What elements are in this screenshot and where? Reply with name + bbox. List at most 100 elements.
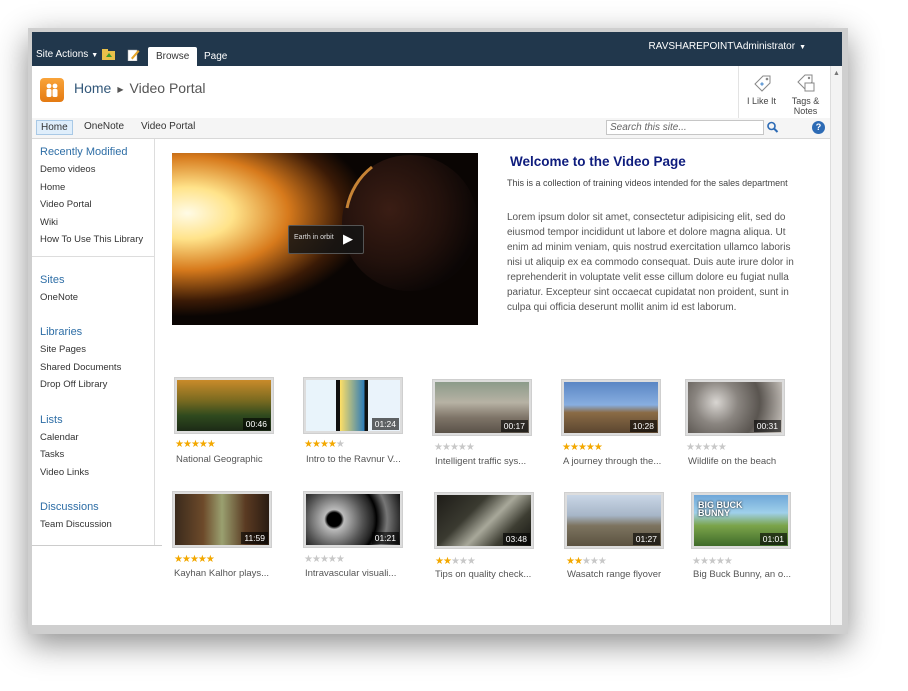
rating-stars[interactable]: ★★★★★ — [434, 442, 475, 453]
star-icon[interactable]: ★ — [304, 554, 313, 565]
star-icon[interactable]: ★ — [724, 556, 733, 567]
star-icon[interactable]: ★ — [467, 556, 476, 567]
star-icon[interactable]: ★ — [708, 556, 717, 567]
nav-item-home[interactable]: Home — [36, 120, 73, 135]
edit-page-icon[interactable] — [127, 48, 140, 61]
star-icon[interactable]: ★ — [336, 554, 345, 565]
star-icon[interactable]: ★ — [574, 556, 583, 567]
star-icon[interactable]: ★ — [199, 439, 208, 450]
star-icon[interactable]: ★ — [328, 554, 337, 565]
video-title[interactable]: Tips on quality check... — [435, 569, 543, 580]
star-icon[interactable]: ★ — [598, 556, 607, 567]
star-icon[interactable]: ★ — [578, 442, 587, 453]
star-icon[interactable]: ★ — [466, 442, 475, 453]
star-icon[interactable]: ★ — [320, 554, 329, 565]
star-icon[interactable]: ★ — [692, 556, 701, 567]
rating-stars[interactable]: ★★★★★ — [686, 442, 727, 453]
tab-page[interactable]: Page — [196, 47, 235, 66]
video-thumbnail[interactable]: 01:27 — [564, 492, 664, 549]
video-title[interactable]: Intelligent traffic sys... — [435, 456, 543, 467]
star-icon[interactable]: ★ — [191, 439, 200, 450]
video-title[interactable]: Wasatch range flyover — [567, 569, 675, 580]
video-thumbnail[interactable]: 01:24 — [303, 377, 403, 434]
star-icon[interactable]: ★ — [304, 439, 313, 450]
leftnav-item-wiki[interactable]: Wiki — [40, 217, 58, 228]
search-input[interactable]: Search this site... — [606, 120, 764, 135]
star-icon[interactable]: ★ — [459, 556, 468, 567]
scroll-up-arrow-icon[interactable]: ▲ — [833, 70, 840, 77]
video-thumbnail[interactable]: 00:31 — [685, 379, 785, 436]
search-icon[interactable] — [765, 120, 780, 135]
star-icon[interactable]: ★ — [443, 556, 452, 567]
star-icon[interactable]: ★ — [435, 556, 444, 567]
star-icon[interactable]: ★ — [451, 556, 460, 567]
star-icon[interactable]: ★ — [586, 442, 595, 453]
video-title[interactable]: A journey through the... — [563, 456, 671, 467]
star-icon[interactable]: ★ — [336, 439, 345, 450]
star-icon[interactable]: ★ — [562, 442, 571, 453]
leftnav-item-home[interactable]: Home — [40, 182, 65, 193]
i-like-it-button[interactable]: I Like It — [738, 66, 784, 118]
site-logo-icon[interactable] — [40, 78, 64, 102]
breadcrumb-home[interactable]: Home — [74, 80, 111, 96]
star-icon[interactable]: ★ — [190, 554, 199, 565]
video-title[interactable]: Intravascular visuali... — [305, 568, 413, 579]
video-thumbnail[interactable]: BIG BUCK BUNNY 01:01 — [691, 492, 791, 549]
leftnav-item-calendar[interactable]: Calendar — [40, 432, 79, 443]
leftnav-item-shared-documents[interactable]: Shared Documents — [40, 362, 121, 373]
star-icon[interactable]: ★ — [450, 442, 459, 453]
rating-stars[interactable]: ★★★★★ — [175, 439, 216, 450]
leftnav-item-drop-off-library[interactable]: Drop Off Library — [40, 379, 107, 390]
star-icon[interactable]: ★ — [312, 439, 321, 450]
leftnav-item-tasks[interactable]: Tasks — [40, 449, 64, 460]
rating-stars[interactable]: ★★★★★ — [304, 439, 345, 450]
video-thumbnail[interactable]: 03:48 — [434, 492, 534, 549]
leftnav-header-recently-modified[interactable]: Recently Modified — [40, 146, 127, 158]
video-thumbnail[interactable]: 11:59 — [172, 491, 272, 548]
video-thumbnail[interactable]: 10:28 — [561, 379, 661, 436]
star-icon[interactable]: ★ — [718, 442, 727, 453]
rating-stars[interactable]: ★★★★★ — [435, 556, 476, 567]
video-title[interactable]: Wildlife on the beach — [688, 456, 796, 467]
leftnav-header-discussions[interactable]: Discussions — [40, 501, 99, 513]
nav-item-onenote[interactable]: OneNote — [84, 121, 124, 132]
video-thumbnail[interactable]: 00:46 — [174, 377, 274, 434]
star-icon[interactable]: ★ — [328, 439, 337, 450]
leftnav-header-libraries[interactable]: Libraries — [40, 326, 82, 338]
star-icon[interactable]: ★ — [566, 556, 575, 567]
leftnav-header-sites[interactable]: Sites — [40, 274, 64, 286]
star-icon[interactable]: ★ — [183, 439, 192, 450]
star-icon[interactable]: ★ — [716, 556, 725, 567]
leftnav-item-video-links[interactable]: Video Links — [40, 467, 89, 478]
leftnav-item-site-pages[interactable]: Site Pages — [40, 344, 86, 355]
leftnav-item-team-discussion[interactable]: Team Discussion — [40, 519, 112, 530]
star-icon[interactable]: ★ — [174, 554, 183, 565]
rating-stars[interactable]: ★★★★★ — [174, 554, 215, 565]
star-icon[interactable]: ★ — [198, 554, 207, 565]
star-icon[interactable]: ★ — [694, 442, 703, 453]
leftnav-item-how-to-use[interactable]: How To Use This Library — [40, 234, 143, 245]
star-icon[interactable]: ★ — [594, 442, 603, 453]
video-thumbnail[interactable]: 00:17 — [432, 379, 532, 436]
star-icon[interactable]: ★ — [686, 442, 695, 453]
rating-stars[interactable]: ★★★★★ — [692, 556, 733, 567]
star-icon[interactable]: ★ — [434, 442, 443, 453]
play-overlay-button[interactable]: Earth in orbit ▶ — [288, 225, 364, 254]
user-menu[interactable]: RAVSHAREPOINT\Administrator ▼ — [649, 41, 806, 52]
tab-browse[interactable]: Browse — [148, 47, 198, 66]
featured-video-player[interactable]: Earth in orbit ▶ — [172, 153, 478, 325]
video-title[interactable]: Big Buck Bunny, an o... — [693, 569, 801, 580]
tags-notes-button[interactable]: Tags & Notes — [783, 66, 828, 118]
leftnav-item-onenote[interactable]: OneNote — [40, 292, 78, 303]
rating-stars[interactable]: ★★★★★ — [566, 556, 607, 567]
nav-item-video-portal[interactable]: Video Portal — [141, 121, 195, 132]
star-icon[interactable]: ★ — [710, 442, 719, 453]
rating-stars[interactable]: ★★★★★ — [304, 554, 345, 565]
leftnav-item-video-portal[interactable]: Video Portal — [40, 199, 92, 210]
star-icon[interactable]: ★ — [700, 556, 709, 567]
star-icon[interactable]: ★ — [458, 442, 467, 453]
site-actions-menu[interactable]: Site Actions ▼ — [36, 49, 98, 60]
help-icon[interactable]: ? — [812, 121, 825, 134]
star-icon[interactable]: ★ — [702, 442, 711, 453]
vertical-scrollbar[interactable]: ▲ — [830, 66, 842, 625]
